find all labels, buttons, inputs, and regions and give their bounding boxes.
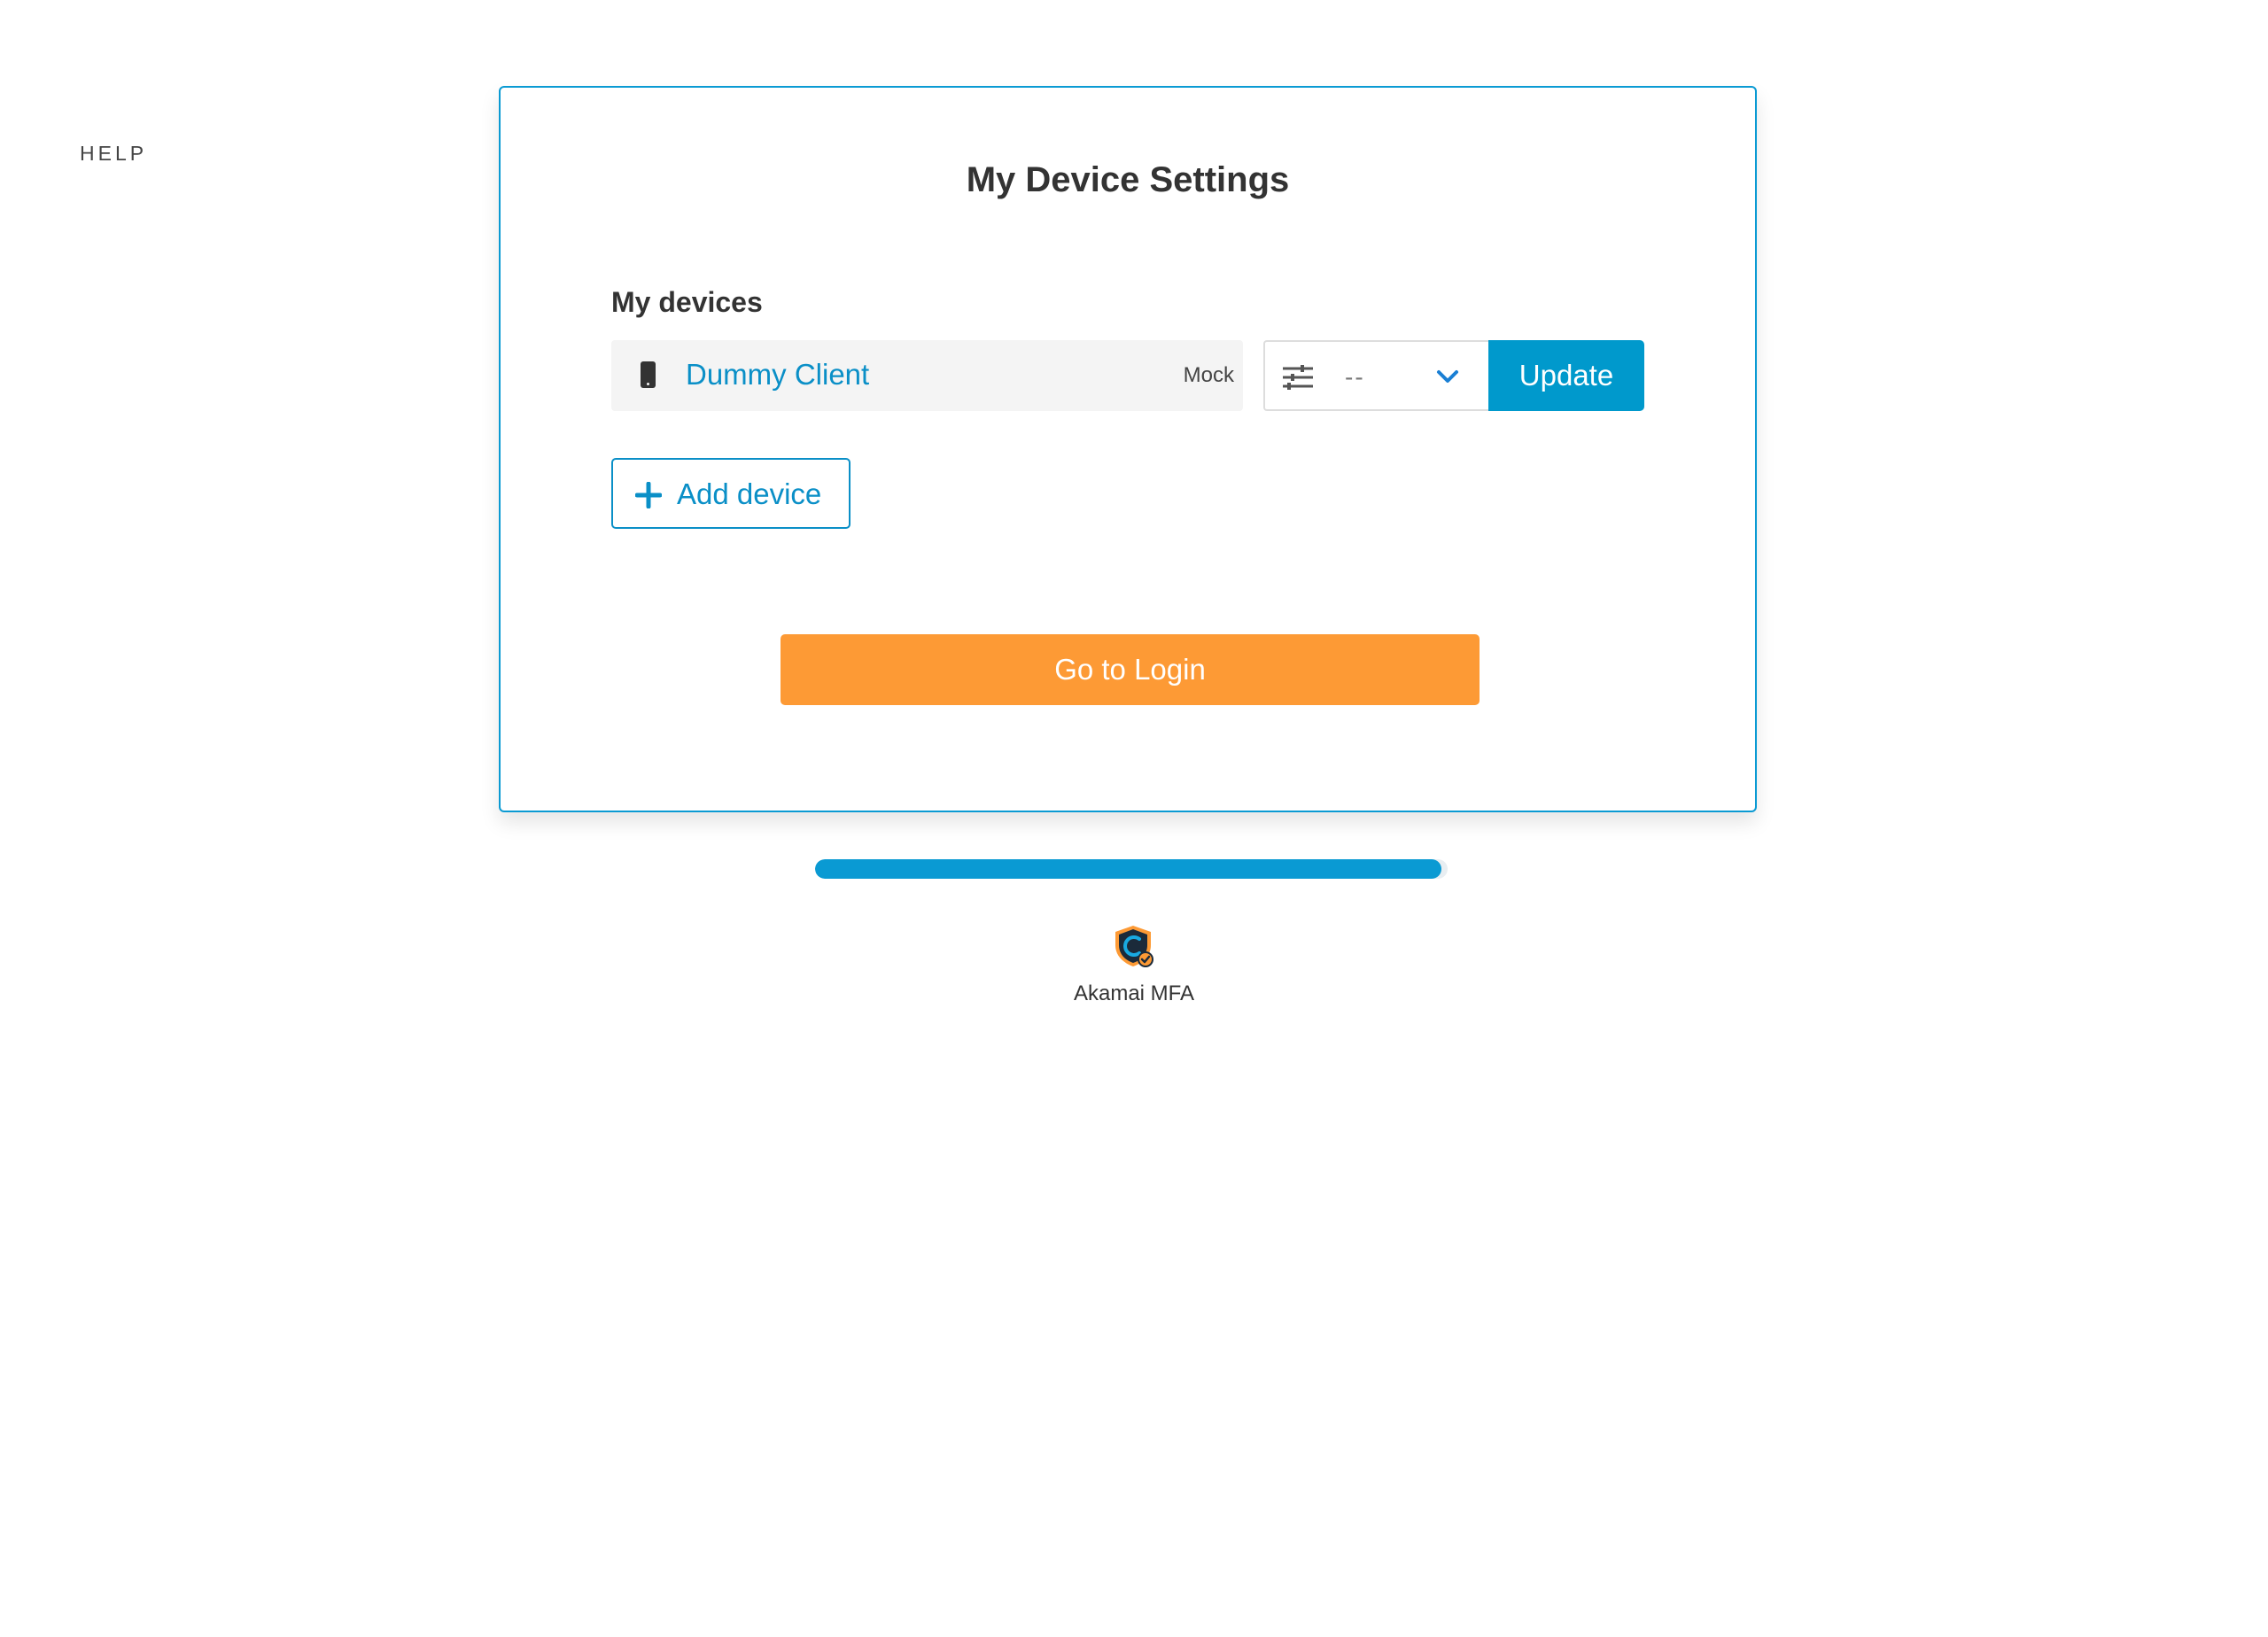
progress-fill <box>815 859 1441 879</box>
sliders-icon <box>1283 365 1313 390</box>
device-settings-card: My Device Settings My devices Dummy Clie… <box>499 86 1757 812</box>
plus-icon <box>635 482 662 508</box>
brand-name: Akamai MFA <box>1073 981 1195 1005</box>
go-to-login-button[interactable]: Go to Login <box>781 634 1480 705</box>
update-button[interactable]: Update <box>1488 340 1644 411</box>
device-action-select[interactable]: -- <box>1263 340 1488 411</box>
page-title: My Device Settings <box>966 160 1290 199</box>
chevron-down-icon <box>1437 370 1458 383</box>
device-list-item[interactable]: Dummy Client Mock <box>611 340 1243 411</box>
akamai-shield-icon <box>1115 926 1153 967</box>
select-value: -- <box>1345 363 1365 391</box>
device-name[interactable]: Dummy Client <box>686 358 869 392</box>
add-device-button[interactable]: Add device <box>611 458 850 529</box>
progress-bar <box>815 859 1448 879</box>
mobile-phone-icon <box>641 361 656 388</box>
my-devices-heading: My devices <box>611 286 763 318</box>
add-device-label: Add device <box>677 477 822 510</box>
help-link[interactable]: HELP <box>80 142 147 166</box>
device-type: Mock <box>1183 363 1234 387</box>
